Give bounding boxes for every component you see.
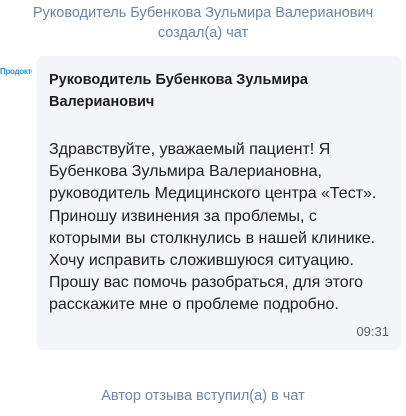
chat-created-notice: Руководитель Бубенкова Зульмира Валериан… [32, 5, 374, 41]
clinic-logo-icon: Продокторов [0, 67, 32, 76]
message-bubble: Руководитель Бубенкова Зульмира Валериан… [37, 56, 401, 350]
message-text: Здравствуйте, уважаемый пациент! Я Бубен… [49, 141, 377, 314]
message-sender: Руководитель Бубенкова Зульмира Валериан… [49, 72, 308, 110]
message-time: 09:31 [356, 324, 389, 339]
sender-avatar: Продокторов [0, 58, 32, 90]
author-joined-notice: Автор отзыва вступил(а) в чат [101, 388, 305, 404]
